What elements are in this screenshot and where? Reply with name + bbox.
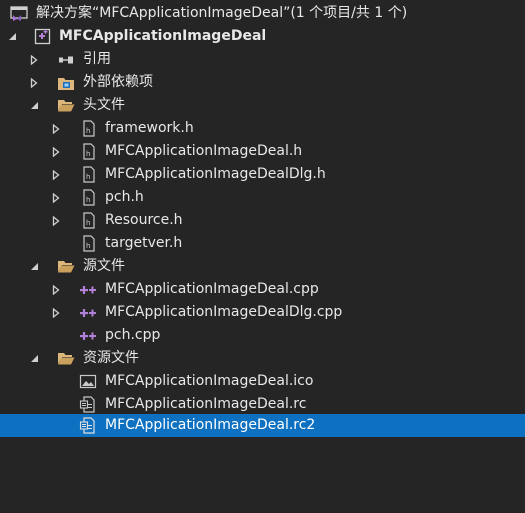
resource-files-label: 资源文件 <box>83 350 139 366</box>
svg-text:h: h <box>86 173 90 181</box>
references-icon <box>57 51 75 68</box>
tree-node-header-files[interactable]: 头文件 <box>0 94 525 117</box>
cpp-file-icon <box>79 281 97 298</box>
collapse-arrow-icon[interactable] <box>27 347 41 370</box>
tree-node-project[interactable]: MFCApplicationImageDeal <box>0 25 525 48</box>
tree-node-references[interactable]: 引用 <box>0 48 525 71</box>
tree-node-file[interactable]: MFCApplicationImageDeal.rc <box>0 393 525 416</box>
file-label: MFCApplicationImageDealDlg.cpp <box>105 304 343 320</box>
folder-open-icon <box>57 350 75 367</box>
file-label: MFCApplicationImageDeal.cpp <box>105 281 319 297</box>
svg-text:h: h <box>86 196 90 204</box>
tree-node-file[interactable]: h MFCApplicationImageDeal.h <box>0 140 525 163</box>
tree-node-solution[interactable]: 解决方案“MFCApplicationImageDeal”(1 个项目/共 1 … <box>0 2 525 25</box>
expand-arrow-icon[interactable] <box>49 278 63 301</box>
tree-node-file[interactable]: h MFCApplicationImageDealDlg.h <box>0 163 525 186</box>
collapse-arrow-icon[interactable] <box>27 255 41 278</box>
resource-file-icon <box>79 417 97 434</box>
tree-node-file[interactable]: MFCApplicationImageDeal.cpp <box>0 278 525 301</box>
tree-node-external-dependencies[interactable]: 外部依赖项 <box>0 71 525 94</box>
header-file-icon: h <box>80 166 98 183</box>
expand-arrow-icon[interactable] <box>49 163 63 186</box>
tree-node-file[interactable]: h framework.h <box>0 117 525 140</box>
file-label: MFCApplicationImageDeal.rc <box>105 396 307 412</box>
svg-text:h: h <box>86 219 90 227</box>
references-label: 引用 <box>83 51 111 67</box>
file-label: MFCApplicationImageDealDlg.h <box>105 166 326 182</box>
file-label: pch.h <box>105 189 144 205</box>
expand-arrow-icon[interactable] <box>27 48 41 71</box>
header-file-icon: h <box>80 235 98 252</box>
tree-node-file-selected[interactable]: MFCApplicationImageDeal.rc2 <box>0 414 525 437</box>
folder-open-icon <box>57 97 75 114</box>
source-files-label: 源文件 <box>83 258 125 274</box>
file-label: MFCApplicationImageDeal.rc2 <box>105 417 316 433</box>
expand-arrow-icon[interactable] <box>49 209 63 232</box>
svg-text:h: h <box>86 127 90 135</box>
expand-arrow-icon[interactable] <box>49 186 63 209</box>
tree-node-file[interactable]: h Resource.h <box>0 209 525 232</box>
resource-file-icon <box>79 396 97 413</box>
tree-node-file[interactable]: MFCApplicationImageDeal.ico <box>0 370 525 393</box>
file-label: targetver.h <box>105 235 183 251</box>
project-label: MFCApplicationImageDeal <box>59 28 267 44</box>
external-dependencies-label: 外部依赖项 <box>83 74 153 90</box>
tree-node-resource-files[interactable]: 资源文件 <box>0 347 525 370</box>
tree-node-file[interactable]: h targetver.h <box>0 232 525 255</box>
header-file-icon: h <box>80 143 98 160</box>
cpp-project-icon <box>34 28 52 45</box>
expand-arrow-icon[interactable] <box>27 71 41 94</box>
header-file-icon: h <box>80 189 98 206</box>
solution-explorer-tree: 解决方案“MFCApplicationImageDeal”(1 个项目/共 1 … <box>0 0 525 513</box>
file-label: MFCApplicationImageDeal.ico <box>105 373 314 389</box>
solution-icon <box>10 5 28 22</box>
expand-arrow-icon[interactable] <box>49 140 63 163</box>
tree-node-file[interactable]: MFCApplicationImageDealDlg.cpp <box>0 301 525 324</box>
svg-text:h: h <box>86 150 90 158</box>
external-dependencies-icon <box>57 74 75 91</box>
solution-label: 解决方案“MFCApplicationImageDeal”(1 个项目/共 1 … <box>36 5 408 21</box>
collapse-arrow-icon[interactable] <box>5 25 19 48</box>
file-label: Resource.h <box>105 212 183 228</box>
folder-open-icon <box>57 258 75 275</box>
file-label: framework.h <box>105 120 194 136</box>
expand-arrow-icon[interactable] <box>49 117 63 140</box>
cpp-file-icon <box>79 327 97 344</box>
collapse-arrow-icon[interactable] <box>27 94 41 117</box>
tree-node-file[interactable]: h pch.h <box>0 186 525 209</box>
expand-arrow-icon[interactable] <box>49 301 63 324</box>
file-label: MFCApplicationImageDeal.h <box>105 143 303 159</box>
header-file-icon: h <box>80 120 98 137</box>
cpp-file-icon <box>79 304 97 321</box>
file-label: pch.cpp <box>105 327 161 343</box>
tree-node-file[interactable]: pch.cpp <box>0 324 525 347</box>
tree-node-source-files[interactable]: 源文件 <box>0 255 525 278</box>
svg-text:h: h <box>86 242 90 250</box>
header-file-icon: h <box>80 212 98 229</box>
header-files-label: 头文件 <box>83 97 125 113</box>
image-file-icon <box>79 373 97 390</box>
